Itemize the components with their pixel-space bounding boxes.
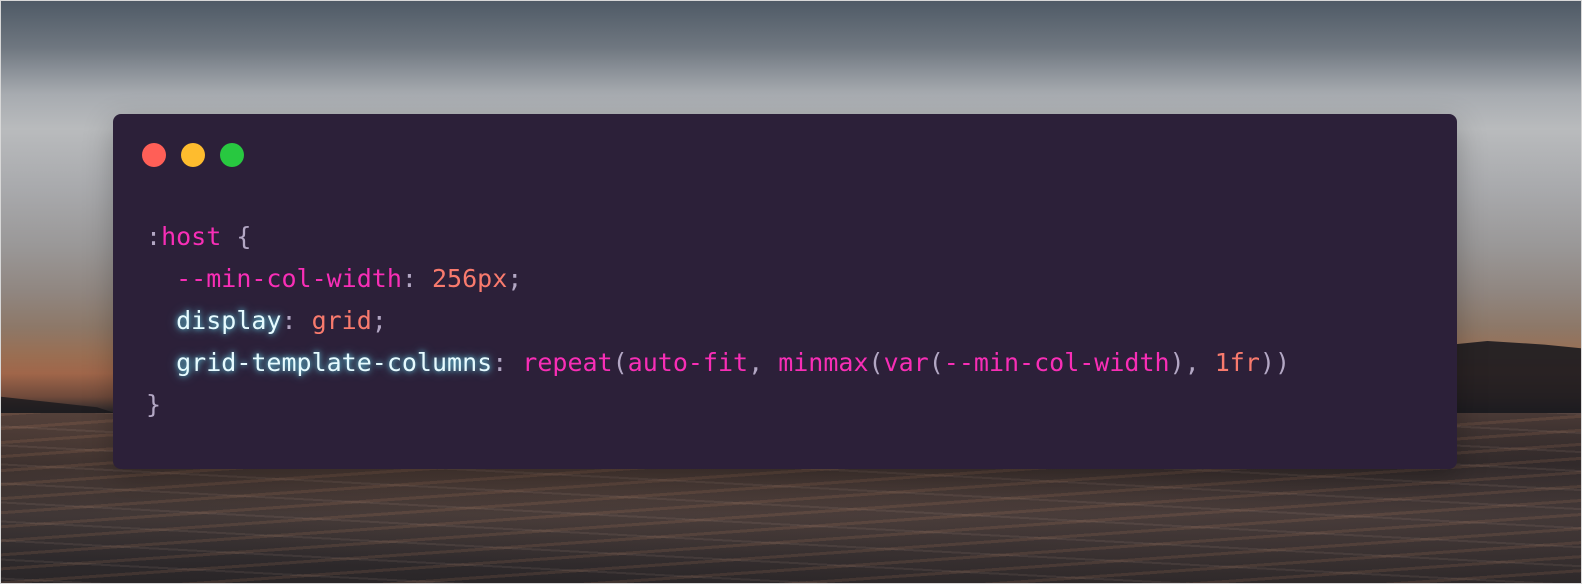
semicolon: ;: [507, 264, 523, 293]
keyword-auto-fit: auto-fit: [627, 348, 749, 377]
close-dot-icon[interactable]: [142, 143, 166, 167]
display-value: grid: [311, 306, 372, 335]
close-brace: }: [146, 390, 162, 419]
property-colon: :: [281, 306, 312, 335]
selector-colon: :: [146, 222, 162, 251]
code-line-2: --min-col-width: 256px;: [146, 258, 1290, 300]
comma: ,: [1184, 348, 1215, 377]
paren-open: (: [928, 348, 944, 377]
function-minmax: minmax: [778, 348, 869, 377]
property-grid-template-columns: grid-template-columns: [176, 348, 493, 377]
comma: ,: [748, 348, 779, 377]
code-window: :host { --min-col-width: 256px; display:…: [113, 114, 1457, 469]
paren-open: (: [612, 348, 628, 377]
custom-property-name: --min-col-width: [176, 264, 402, 293]
selector-host: host: [161, 222, 222, 251]
maximize-dot-icon[interactable]: [220, 143, 244, 167]
code-line-1: :host {: [146, 216, 1290, 258]
island-silhouette-left: [1, 396, 121, 415]
var-reference: --min-col-width: [943, 348, 1170, 377]
property-display: display: [176, 306, 282, 335]
function-repeat: repeat: [522, 348, 613, 377]
minimize-dot-icon[interactable]: [181, 143, 205, 167]
paren-close: )): [1259, 348, 1291, 377]
code-block: :host { --min-col-width: 256px; display:…: [146, 216, 1290, 426]
ocean-sunset-background: :host { --min-col-width: 256px; display:…: [0, 0, 1582, 584]
paren-close: ): [1169, 348, 1185, 377]
open-brace: {: [221, 222, 252, 251]
property-colon: :: [401, 264, 432, 293]
fr-value: 1fr: [1214, 348, 1260, 377]
window-controls: [142, 143, 244, 167]
semicolon: ;: [371, 306, 387, 335]
code-line-3: display: grid;: [146, 300, 1290, 342]
custom-property-value: 256px: [432, 264, 508, 293]
code-line-4: grid-template-columns: repeat(auto-fit, …: [146, 342, 1290, 384]
code-line-5: }: [146, 384, 1290, 426]
property-colon: :: [492, 348, 523, 377]
paren-open: (: [868, 348, 884, 377]
function-var: var: [883, 348, 929, 377]
